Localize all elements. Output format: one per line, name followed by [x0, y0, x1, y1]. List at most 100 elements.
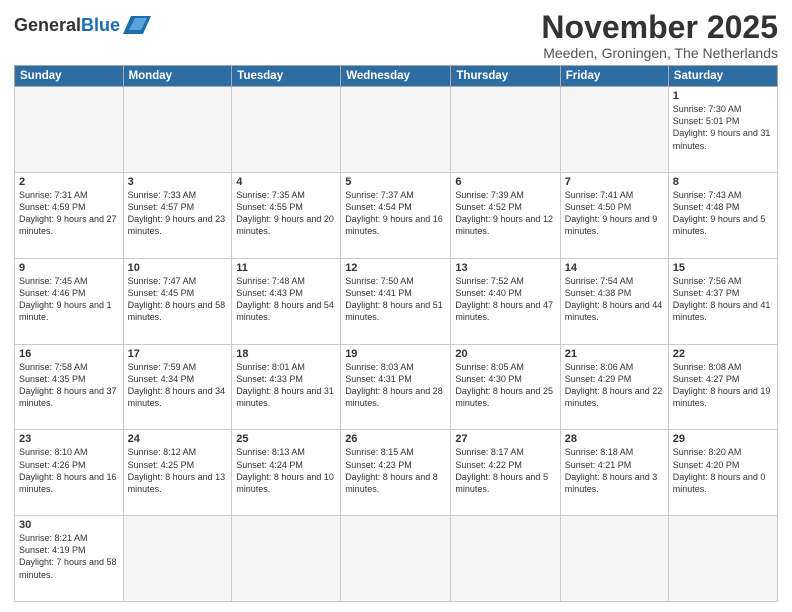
day-info: Sunrise: 7:37 AM Sunset: 4:54 PM Dayligh… — [345, 189, 446, 238]
day-number: 19 — [345, 348, 446, 360]
calendar-cell — [668, 516, 777, 602]
day-info: Sunrise: 7:45 AM Sunset: 4:46 PM Dayligh… — [19, 275, 119, 324]
day-info: Sunrise: 8:06 AM Sunset: 4:29 PM Dayligh… — [565, 361, 664, 410]
day-number: 18 — [236, 348, 336, 360]
calendar-cell: 29Sunrise: 8:20 AM Sunset: 4:20 PM Dayli… — [668, 430, 777, 516]
month-title: November 2025 — [541, 10, 778, 45]
day-info: Sunrise: 7:52 AM Sunset: 4:40 PM Dayligh… — [455, 275, 555, 324]
calendar-cell: 1Sunrise: 7:30 AM Sunset: 5:01 PM Daylig… — [668, 87, 777, 173]
day-info: Sunrise: 7:33 AM Sunset: 4:57 PM Dayligh… — [128, 189, 228, 238]
day-number: 25 — [236, 433, 336, 445]
day-info: Sunrise: 7:30 AM Sunset: 5:01 PM Dayligh… — [673, 103, 773, 152]
day-info: Sunrise: 8:15 AM Sunset: 4:23 PM Dayligh… — [345, 446, 446, 495]
calendar-week-row: 30Sunrise: 8:21 AM Sunset: 4:19 PM Dayli… — [15, 516, 778, 602]
calendar-cell: 4Sunrise: 7:35 AM Sunset: 4:55 PM Daylig… — [232, 172, 341, 258]
calendar-cell — [232, 516, 341, 602]
calendar-cell — [15, 87, 124, 173]
calendar-cell: 12Sunrise: 7:50 AM Sunset: 4:41 PM Dayli… — [341, 258, 451, 344]
col-tuesday: Tuesday — [232, 66, 341, 87]
day-number: 20 — [455, 348, 555, 360]
calendar-cell: 27Sunrise: 8:17 AM Sunset: 4:22 PM Dayli… — [451, 430, 560, 516]
page: General Blue November 2025 Meeden, Groni… — [0, 0, 792, 612]
day-number: 13 — [455, 262, 555, 274]
day-number: 3 — [128, 176, 228, 188]
title-area: November 2025 Meeden, Groningen, The Net… — [541, 10, 778, 61]
calendar-cell: 20Sunrise: 8:05 AM Sunset: 4:30 PM Dayli… — [451, 344, 560, 430]
header: General Blue November 2025 Meeden, Groni… — [14, 10, 778, 61]
day-number: 1 — [673, 90, 773, 102]
day-info: Sunrise: 7:47 AM Sunset: 4:45 PM Dayligh… — [128, 275, 228, 324]
day-number: 4 — [236, 176, 336, 188]
col-sunday: Sunday — [15, 66, 124, 87]
calendar-cell: 14Sunrise: 7:54 AM Sunset: 4:38 PM Dayli… — [560, 258, 668, 344]
calendar-cell: 25Sunrise: 8:13 AM Sunset: 4:24 PM Dayli… — [232, 430, 341, 516]
calendar-cell: 8Sunrise: 7:43 AM Sunset: 4:48 PM Daylig… — [668, 172, 777, 258]
calendar-cell — [560, 87, 668, 173]
day-number: 11 — [236, 262, 336, 274]
calendar-cell: 10Sunrise: 7:47 AM Sunset: 4:45 PM Dayli… — [123, 258, 232, 344]
day-number: 27 — [455, 433, 555, 445]
day-number: 15 — [673, 262, 773, 274]
col-wednesday: Wednesday — [341, 66, 451, 87]
day-info: Sunrise: 7:41 AM Sunset: 4:50 PM Dayligh… — [565, 189, 664, 238]
day-info: Sunrise: 8:17 AM Sunset: 4:22 PM Dayligh… — [455, 446, 555, 495]
calendar-header-row: Sunday Monday Tuesday Wednesday Thursday… — [15, 66, 778, 87]
calendar-cell: 23Sunrise: 8:10 AM Sunset: 4:26 PM Dayli… — [15, 430, 124, 516]
calendar-cell — [123, 516, 232, 602]
day-number: 12 — [345, 262, 446, 274]
day-info: Sunrise: 7:50 AM Sunset: 4:41 PM Dayligh… — [345, 275, 446, 324]
logo-icon — [123, 14, 151, 36]
day-number: 7 — [565, 176, 664, 188]
calendar-cell — [560, 516, 668, 602]
day-info: Sunrise: 7:59 AM Sunset: 4:34 PM Dayligh… — [128, 361, 228, 410]
calendar-cell: 30Sunrise: 8:21 AM Sunset: 4:19 PM Dayli… — [15, 516, 124, 602]
col-friday: Friday — [560, 66, 668, 87]
calendar-cell: 2Sunrise: 7:31 AM Sunset: 4:59 PM Daylig… — [15, 172, 124, 258]
calendar-cell: 17Sunrise: 7:59 AM Sunset: 4:34 PM Dayli… — [123, 344, 232, 430]
day-number: 23 — [19, 433, 119, 445]
logo-area: General Blue — [14, 10, 151, 36]
day-info: Sunrise: 7:56 AM Sunset: 4:37 PM Dayligh… — [673, 275, 773, 324]
day-number: 10 — [128, 262, 228, 274]
day-info: Sunrise: 7:35 AM Sunset: 4:55 PM Dayligh… — [236, 189, 336, 238]
logo-blue-text: Blue — [81, 15, 120, 36]
day-number: 6 — [455, 176, 555, 188]
calendar-cell: 7Sunrise: 7:41 AM Sunset: 4:50 PM Daylig… — [560, 172, 668, 258]
calendar-cell: 28Sunrise: 8:18 AM Sunset: 4:21 PM Dayli… — [560, 430, 668, 516]
logo-general-text: General — [14, 15, 81, 36]
col-thursday: Thursday — [451, 66, 560, 87]
day-number: 17 — [128, 348, 228, 360]
day-info: Sunrise: 7:39 AM Sunset: 4:52 PM Dayligh… — [455, 189, 555, 238]
day-info: Sunrise: 7:43 AM Sunset: 4:48 PM Dayligh… — [673, 189, 773, 238]
day-info: Sunrise: 8:13 AM Sunset: 4:24 PM Dayligh… — [236, 446, 336, 495]
day-info: Sunrise: 7:31 AM Sunset: 4:59 PM Dayligh… — [19, 189, 119, 238]
day-number: 24 — [128, 433, 228, 445]
day-number: 22 — [673, 348, 773, 360]
col-saturday: Saturday — [668, 66, 777, 87]
calendar-cell: 22Sunrise: 8:08 AM Sunset: 4:27 PM Dayli… — [668, 344, 777, 430]
calendar-cell: 16Sunrise: 7:58 AM Sunset: 4:35 PM Dayli… — [15, 344, 124, 430]
day-number: 14 — [565, 262, 664, 274]
calendar-cell: 18Sunrise: 8:01 AM Sunset: 4:33 PM Dayli… — [232, 344, 341, 430]
day-info: Sunrise: 8:10 AM Sunset: 4:26 PM Dayligh… — [19, 446, 119, 495]
calendar-week-row: 2Sunrise: 7:31 AM Sunset: 4:59 PM Daylig… — [15, 172, 778, 258]
logo: General Blue — [14, 14, 151, 36]
calendar-cell: 5Sunrise: 7:37 AM Sunset: 4:54 PM Daylig… — [341, 172, 451, 258]
day-info: Sunrise: 8:08 AM Sunset: 4:27 PM Dayligh… — [673, 361, 773, 410]
calendar-cell — [451, 87, 560, 173]
day-info: Sunrise: 8:01 AM Sunset: 4:33 PM Dayligh… — [236, 361, 336, 410]
day-number: 28 — [565, 433, 664, 445]
day-info: Sunrise: 8:18 AM Sunset: 4:21 PM Dayligh… — [565, 446, 664, 495]
subtitle: Meeden, Groningen, The Netherlands — [541, 45, 778, 61]
calendar-week-row: 16Sunrise: 7:58 AM Sunset: 4:35 PM Dayli… — [15, 344, 778, 430]
calendar-week-row: 1Sunrise: 7:30 AM Sunset: 5:01 PM Daylig… — [15, 87, 778, 173]
calendar-cell: 9Sunrise: 7:45 AM Sunset: 4:46 PM Daylig… — [15, 258, 124, 344]
day-info: Sunrise: 8:12 AM Sunset: 4:25 PM Dayligh… — [128, 446, 228, 495]
calendar-cell: 15Sunrise: 7:56 AM Sunset: 4:37 PM Dayli… — [668, 258, 777, 344]
day-number: 26 — [345, 433, 446, 445]
calendar-cell: 13Sunrise: 7:52 AM Sunset: 4:40 PM Dayli… — [451, 258, 560, 344]
calendar: Sunday Monday Tuesday Wednesday Thursday… — [14, 65, 778, 602]
calendar-cell: 26Sunrise: 8:15 AM Sunset: 4:23 PM Dayli… — [341, 430, 451, 516]
day-info: Sunrise: 8:21 AM Sunset: 4:19 PM Dayligh… — [19, 532, 119, 581]
calendar-week-row: 23Sunrise: 8:10 AM Sunset: 4:26 PM Dayli… — [15, 430, 778, 516]
